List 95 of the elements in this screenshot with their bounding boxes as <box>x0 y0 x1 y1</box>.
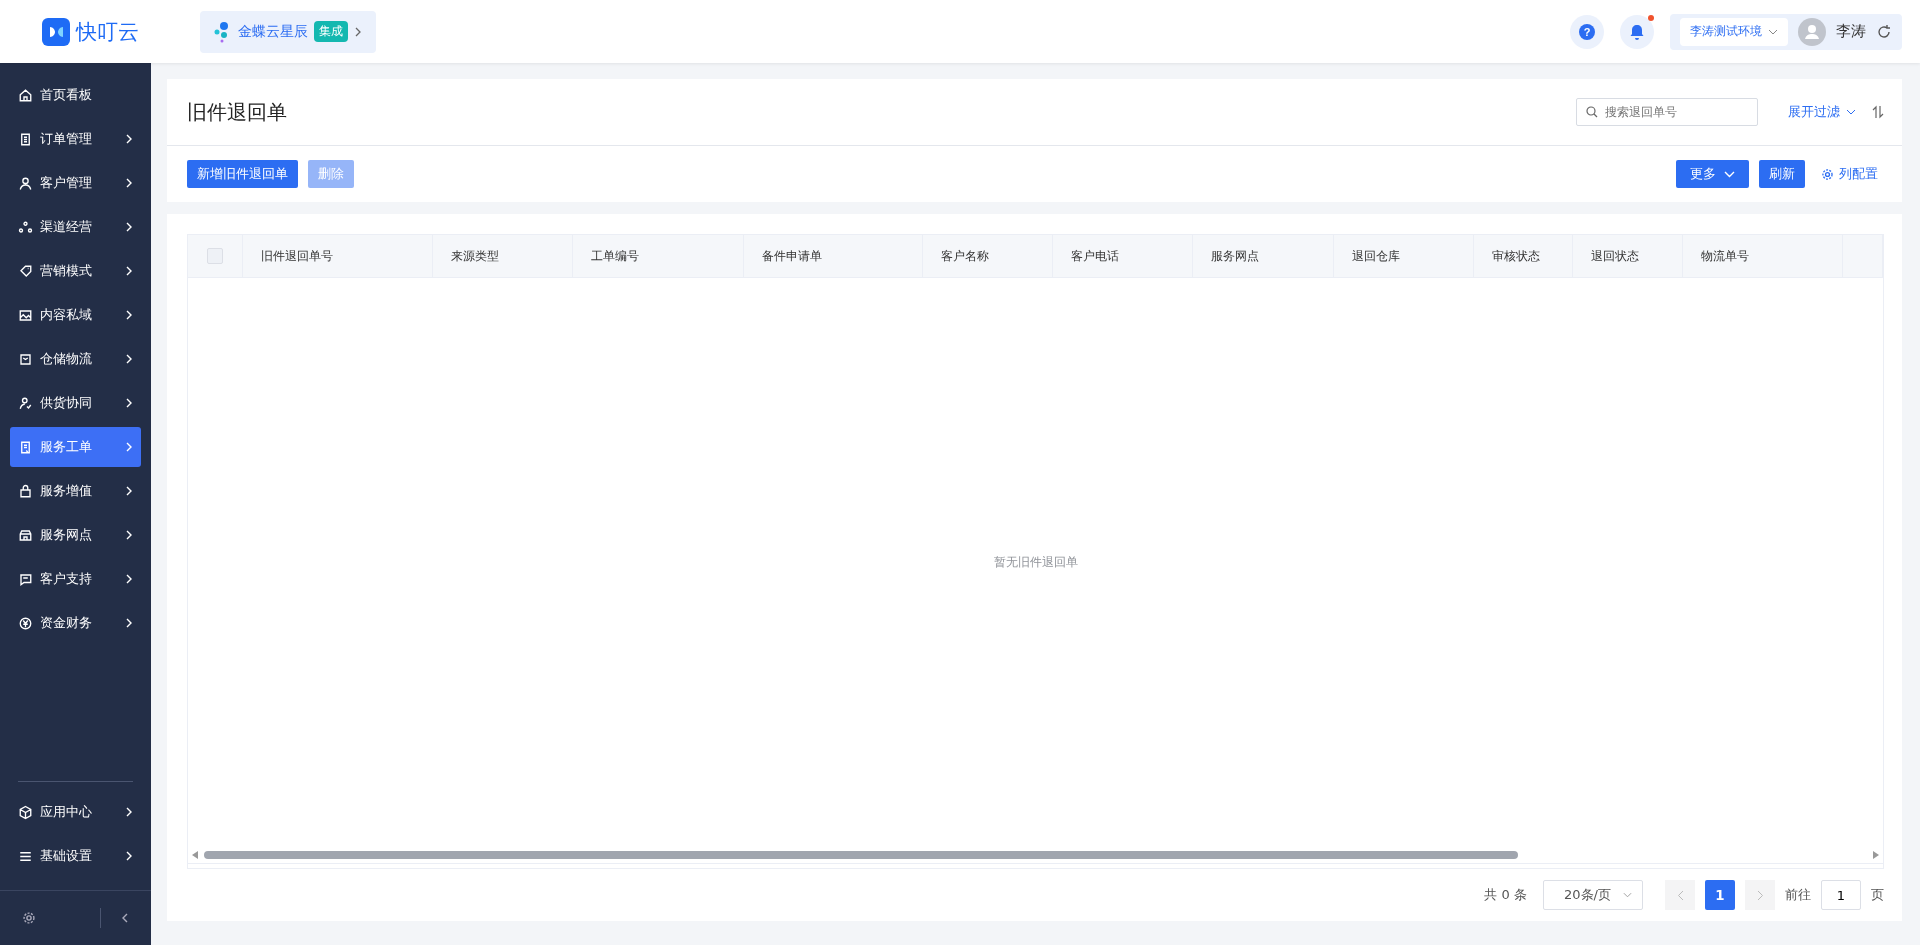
chevron-right-icon <box>125 309 133 321</box>
chevron-right-icon <box>125 573 133 585</box>
column-header: 服务网点 <box>1211 247 1259 265</box>
goto-page-field[interactable]: 1 <box>1821 880 1861 910</box>
sort-icon[interactable] <box>1872 105 1884 119</box>
select-all-checkbox[interactable] <box>207 248 223 264</box>
refresh-icon[interactable] <box>1876 23 1892 40</box>
chevron-right-icon <box>125 850 133 862</box>
chevron-right-icon <box>125 806 133 818</box>
more-button[interactable]: 更多 <box>1676 160 1749 188</box>
sidebar-item[interactable]: 客户管理 <box>10 163 141 203</box>
menu-icon <box>18 131 33 147</box>
logo-icon <box>41 17 70 46</box>
page-unit: 页 <box>1871 886 1884 904</box>
chevron-right-icon <box>125 221 133 233</box>
chevron-right-icon <box>1756 889 1764 901</box>
column-header: 工单编号 <box>591 247 639 265</box>
sidebar-item[interactable]: 供货协同 <box>10 383 141 423</box>
chevron-right-icon <box>125 133 133 145</box>
chevron-down-icon <box>1846 109 1856 115</box>
sidebar-item[interactable]: 应用中心 <box>10 792 141 832</box>
collapse-icon[interactable] <box>121 912 129 924</box>
page-size-dropdown[interactable]: 20条/页 <box>1543 880 1643 910</box>
sidebar-item[interactable]: 服务工单 <box>10 427 141 467</box>
sidebar-item[interactable]: 基础设置 <box>10 836 141 876</box>
chevron-down-icon <box>1623 892 1632 898</box>
chevron-right-icon <box>125 177 133 189</box>
sidebar-item[interactable]: 内容私域 <box>10 295 141 335</box>
chevron-right-icon <box>125 617 133 629</box>
integration-button[interactable]: 金蝶云星辰 集成 <box>200 10 376 53</box>
sidebar-item[interactable]: 仓储物流 <box>10 339 141 379</box>
menu-icon <box>18 219 33 235</box>
chevron-right-icon <box>125 397 133 409</box>
menu-icon <box>18 527 33 543</box>
menu-icon <box>18 263 33 279</box>
page-title: 旧件退回单 <box>187 98 288 126</box>
toolbar-button[interactable]: 新增旧件退回单 <box>187 160 298 188</box>
column-header: 审核状态 <box>1492 247 1540 265</box>
column-header: 退回状态 <box>1591 247 1639 265</box>
menu-icon <box>18 804 33 820</box>
menu-icon <box>18 615 33 631</box>
chevron-right-icon <box>354 25 362 38</box>
sidebar-item[interactable]: 渠道经营 <box>10 207 141 247</box>
sidebar-item[interactable]: 订单管理 <box>10 119 141 159</box>
scroll-left-icon[interactable] <box>192 851 198 859</box>
search-icon <box>1586 106 1598 118</box>
column-header: 退回仓库 <box>1352 247 1400 265</box>
chevron-down-icon <box>1768 28 1778 35</box>
notification-button[interactable] <box>1620 14 1654 49</box>
menu-icon <box>18 351 33 367</box>
settings-icon <box>1821 167 1834 181</box>
sidebar-item[interactable]: 客户支持 <box>10 559 141 599</box>
sidebar-item[interactable]: 服务增值 <box>10 471 141 511</box>
refresh-button[interactable]: 刷新 <box>1759 160 1805 188</box>
menu-icon <box>18 439 33 455</box>
column-header: 物流单号 <box>1701 247 1749 265</box>
menu-icon <box>18 483 33 499</box>
sidebar-item[interactable]: 服务网点 <box>10 515 141 555</box>
chevron-down-icon <box>1724 170 1735 178</box>
column-header: 客户电话 <box>1071 247 1119 265</box>
integration-badge: 集成 <box>314 21 348 42</box>
menu-icon <box>18 87 33 103</box>
menu-icon <box>18 395 33 411</box>
column-config-button[interactable]: 列配置 <box>1815 164 1884 184</box>
sidebar-item[interactable]: 营销模式 <box>10 251 141 291</box>
sidebar-item[interactable]: 首页看板 <box>10 75 141 115</box>
search-field[interactable]: 搜索退回单号 <box>1576 98 1758 126</box>
chevron-right-icon <box>125 485 133 497</box>
empty-message: 暂无旧件退回单 <box>993 554 1078 571</box>
chevron-left-icon <box>1676 889 1684 901</box>
expand-filter-button[interactable]: 展开过滤 <box>1782 102 1862 122</box>
integration-name: 金蝶云星辰 <box>238 22 308 41</box>
chevron-right-icon <box>125 441 133 453</box>
environment-dropdown[interactable]: 李涛测试环境 <box>1680 17 1788 46</box>
chevron-right-icon <box>125 353 133 365</box>
scroll-right-icon[interactable] <box>1873 851 1879 859</box>
settings-icon[interactable] <box>22 911 36 925</box>
help-button[interactable]: ? <box>1570 14 1604 49</box>
menu-icon <box>18 571 33 587</box>
chevron-right-icon <box>125 265 133 277</box>
avatar-icon <box>1798 17 1826 46</box>
page-button[interactable]: 1 <box>1705 880 1735 910</box>
column-header: 来源类型 <box>451 247 499 265</box>
column-header: 备件申请单 <box>762 247 822 265</box>
menu-icon <box>18 175 33 191</box>
bell-icon <box>1630 23 1644 40</box>
column-header: 客户名称 <box>941 247 989 265</box>
total-count: 共 0 条 <box>1484 886 1527 904</box>
user-name: 李涛 <box>1836 22 1866 41</box>
logo-text: 快叮云 <box>75 18 139 46</box>
column-header: 旧件退回单号 <box>261 247 333 265</box>
goto-label: 前往 <box>1785 886 1811 904</box>
menu-icon <box>18 307 33 323</box>
sidebar-item[interactable]: 资金财务 <box>10 603 141 643</box>
chevron-right-icon <box>125 529 133 541</box>
